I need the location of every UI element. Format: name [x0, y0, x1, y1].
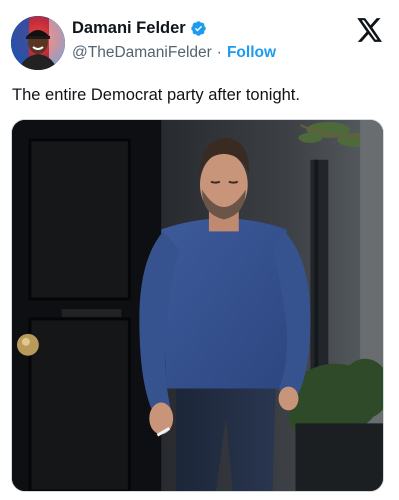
x-logo-icon[interactable]: [357, 18, 383, 42]
avatar-image: [11, 16, 65, 70]
author-handle-row: @TheDamaniFelder · Follow: [72, 44, 276, 62]
photo-image: [12, 120, 383, 491]
separator-dot: ·: [216, 44, 222, 61]
tweet-text: The entire Democrat party after tonight.: [12, 86, 300, 104]
verified-badge-icon: [190, 20, 207, 37]
author-name-row: Damani Felder: [72, 19, 207, 38]
tweet-card: Damani Felder @TheDamaniFelder · Follow …: [0, 0, 399, 500]
follow-button[interactable]: Follow: [227, 44, 276, 62]
tweet-photo[interactable]: [11, 119, 384, 492]
author-handle[interactable]: @TheDamaniFelder: [72, 44, 212, 62]
author-display-name[interactable]: Damani Felder: [72, 19, 186, 38]
author-avatar[interactable]: [11, 16, 65, 70]
